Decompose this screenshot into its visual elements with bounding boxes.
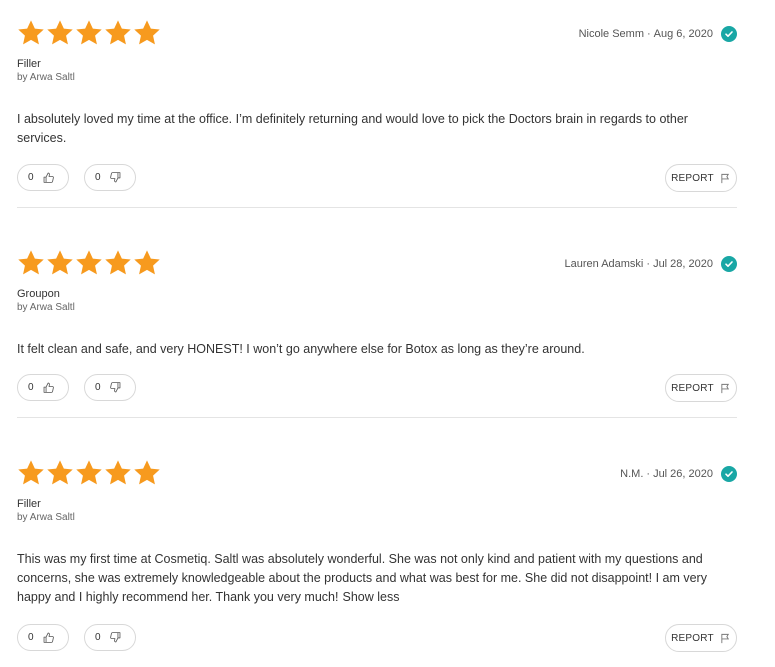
review-text: This was my first time at Cosmetiq. Salt… [17,550,729,607]
reviewer-name: Nicole Semm [578,28,644,40]
unhelpful-button[interactable]: 0 [84,374,136,401]
report-button[interactable]: REPORT [665,164,737,192]
star-icon [104,249,132,277]
helpful-count: 0 [28,382,34,393]
reviewer-name: N.M. [620,468,644,480]
unhelpful-count: 0 [95,382,101,393]
show-less-link[interactable]: Show less [342,590,399,604]
helpful-button[interactable]: 0 [17,164,69,191]
review-actions: 0 0 REPORT [17,374,737,402]
flag-icon [720,383,731,394]
flag-icon [720,173,731,184]
helpful-count: 0 [28,632,34,643]
helpful-button[interactable]: 0 [17,374,69,401]
reviewer-name: Lauren Adamski [564,258,644,270]
verified-check-icon [721,256,737,272]
meta-separator: · [646,28,651,40]
helpful-button[interactable]: 0 [17,624,69,651]
review-actions: 0 0 REPORT [17,624,737,652]
provider-byline: by Arwa Saltl [17,302,75,313]
star-icon [46,249,74,277]
star-icon [17,19,45,47]
unhelpful-button[interactable]: 0 [84,624,136,651]
unhelpful-count: 0 [95,632,101,643]
thumbs-up-icon [42,381,55,394]
star-rating [17,249,161,279]
review-date: Jul 28, 2020 [653,258,713,270]
helpful-count: 0 [28,172,34,183]
star-icon [75,249,103,277]
review-card: N.M. · Jul 26, 2020 Filler by Arwa Saltl… [17,459,737,667]
service-name: Groupon [17,288,60,300]
thumbs-up-icon [42,171,55,184]
review-meta: Lauren Adamski · Jul 28, 2020 [564,254,737,274]
provider-byline: by Arwa Saltl [17,512,75,523]
thumbs-down-icon [109,381,122,394]
service-name: Filler [17,498,41,510]
review-actions: 0 0 REPORT [17,164,737,192]
report-button[interactable]: REPORT [665,624,737,652]
star-icon [75,459,103,487]
flag-icon [720,633,731,644]
review-text: I absolutely loved my time at the office… [17,112,688,145]
unhelpful-count: 0 [95,172,101,183]
report-button[interactable]: REPORT [665,374,737,402]
meta-separator: · [646,468,651,480]
star-icon [133,19,161,47]
review-meta: Nicole Semm · Aug 6, 2020 [579,24,737,44]
star-icon [75,19,103,47]
star-icon [17,459,45,487]
review-text: It felt clean and safe, and very HONEST!… [17,342,585,356]
report-label: REPORT [671,382,714,394]
star-rating [17,19,161,49]
thumbs-down-icon [109,631,122,644]
provider-byline: by Arwa Saltl [17,72,75,83]
verified-check-icon [721,26,737,42]
star-icon [133,459,161,487]
star-icon [133,249,161,277]
service-name: Filler [17,58,41,70]
meta-separator: · [646,258,651,270]
review-card: Lauren Adamski · Jul 28, 2020 Groupon by… [17,249,737,418]
thumbs-up-icon [42,631,55,644]
star-icon [46,459,74,487]
star-icon [104,19,132,47]
thumbs-down-icon [109,171,122,184]
review-meta: N.M. · Jul 26, 2020 [620,464,737,484]
star-rating [17,459,161,489]
review-list: Nicole Semm · Aug 6, 2020 Filler by Arwa… [0,0,775,667]
star-icon [104,459,132,487]
unhelpful-button[interactable]: 0 [84,164,136,191]
review-date: Aug 6, 2020 [653,28,713,40]
review-date: Jul 26, 2020 [653,468,713,480]
review-card: Nicole Semm · Aug 6, 2020 Filler by Arwa… [17,19,737,208]
report-label: REPORT [671,632,714,644]
star-icon [46,19,74,47]
star-icon [17,249,45,277]
verified-check-icon [721,466,737,482]
report-label: REPORT [671,172,714,184]
